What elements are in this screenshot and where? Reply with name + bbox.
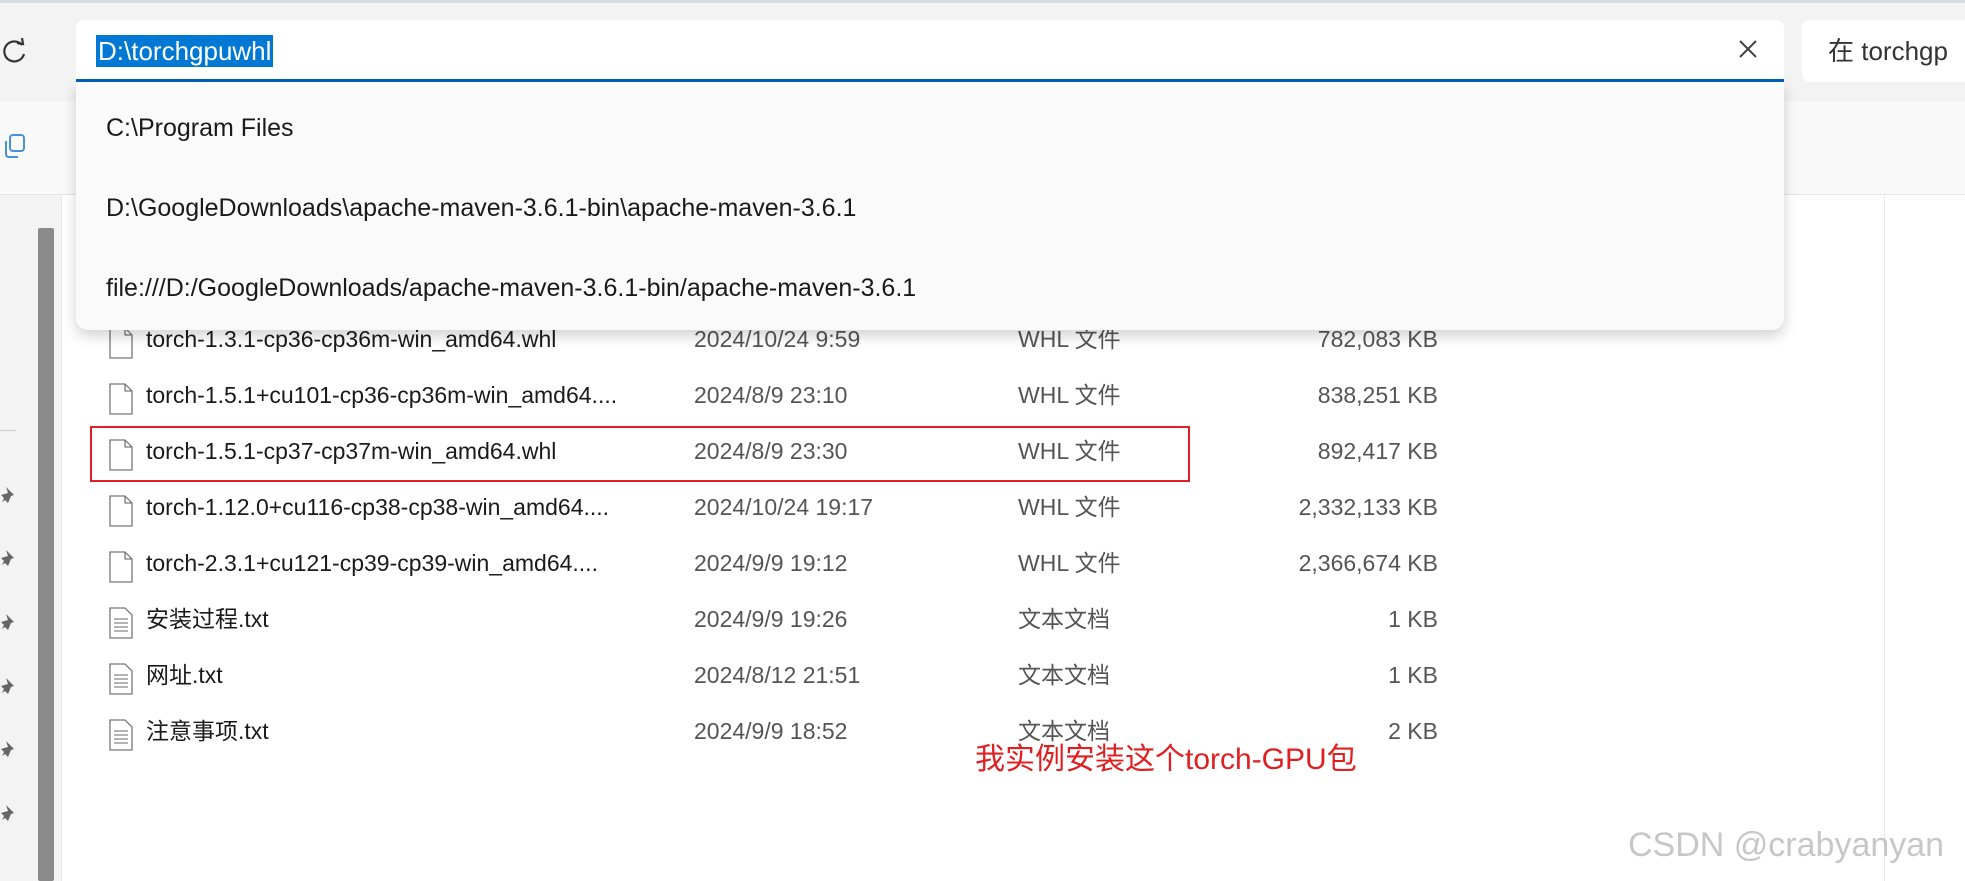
file-row[interactable]: 安装过程.txt 2024/9/9 19:26 文本文档 1 KB	[108, 591, 1468, 647]
file-size: 838,251 KB	[1317, 382, 1438, 408]
pin-icon[interactable]	[0, 611, 22, 633]
file-size: 892,417 KB	[1317, 438, 1438, 464]
file-size: 1 KB	[1388, 662, 1438, 688]
file-date: 2024/8/12 21:51	[694, 662, 861, 688]
suggestion-item[interactable]: file:///D:/GoogleDownloads/apache-maven-…	[106, 258, 1746, 318]
file-name: 安装过程.txt	[146, 606, 269, 632]
navigation-scrollbar[interactable]	[38, 228, 54, 881]
address-path-text[interactable]: D:\torchgpuwhl	[96, 35, 274, 67]
file-row[interactable]: torch-1.5.1+cu101-cp36-cp36m-win_amd64..…	[108, 367, 1468, 423]
file-icon	[108, 379, 134, 415]
search-input[interactable]: 在 torchgp	[1802, 20, 1965, 82]
file-name: torch-1.5.1+cu101-cp36-cp36m-win_amd64..…	[146, 382, 618, 408]
file-type: 文本文档	[1018, 606, 1110, 632]
file-date: 2024/10/24 19:17	[694, 494, 874, 520]
nav-divider	[0, 430, 16, 431]
file-row[interactable]: 网址.txt 2024/8/12 21:51 文本文档 1 KB	[108, 647, 1468, 703]
highlight-box	[90, 426, 1190, 482]
file-name: 网址.txt	[146, 662, 223, 688]
pin-icon[interactable]	[0, 675, 22, 697]
details-divider	[1884, 195, 1885, 881]
pin-icon[interactable]	[0, 802, 22, 824]
close-icon[interactable]	[1734, 35, 1762, 63]
file-size: 1 KB	[1388, 606, 1438, 632]
file-icon	[108, 491, 134, 527]
file-size: 2,332,133 KB	[1298, 494, 1438, 520]
pin-icon[interactable]	[0, 738, 22, 760]
file-name: torch-2.3.1+cu121-cp39-cp39-win_amd64...…	[146, 550, 598, 576]
file-name: 注意事项.txt	[146, 718, 269, 744]
address-suggestions-dropdown: C:\Program Files D:\GoogleDownloads\apac…	[76, 82, 1784, 330]
file-row[interactable]: torch-1.12.0+cu116-cp38-cp38-win_amd64..…	[108, 479, 1468, 535]
annotation-text: 我实例安装这个torch-GPU包	[975, 743, 1357, 776]
top-border	[0, 0, 1965, 3]
address-bar[interactable]: D:\torchgpuwhl	[76, 20, 1784, 82]
pin-icon[interactable]	[0, 484, 22, 506]
watermark: CSDN @crabyanyan	[1628, 826, 1945, 864]
file-row[interactable]: torch-2.3.1+cu121-cp39-cp39-win_amd64...…	[108, 535, 1468, 591]
pin-icon[interactable]	[0, 547, 22, 569]
file-type: 文本文档	[1018, 662, 1110, 688]
file-date: 2024/9/9 19:12	[694, 550, 848, 576]
file-size: 2,366,674 KB	[1298, 550, 1438, 576]
file-date: 2024/8/9 23:10	[694, 382, 848, 408]
refresh-icon[interactable]	[0, 34, 30, 68]
text-file-icon	[108, 603, 134, 639]
file-type: WHL 文件	[1018, 494, 1121, 520]
file-type: WHL 文件	[1018, 550, 1121, 576]
suggestion-item[interactable]: D:\GoogleDownloads\apache-maven-3.6.1-bi…	[106, 178, 1746, 238]
search-placeholder: 在 torchgp	[1828, 36, 1948, 66]
text-file-icon	[108, 659, 134, 695]
suggestion-item[interactable]: C:\Program Files	[106, 98, 1746, 158]
file-date: 2024/9/9 18:52	[694, 718, 848, 744]
text-file-icon	[108, 715, 134, 751]
file-icon	[108, 547, 134, 583]
file-name: torch-1.12.0+cu116-cp38-cp38-win_amd64..…	[146, 494, 610, 520]
copy-icon[interactable]	[0, 132, 28, 160]
file-date: 2024/9/9 19:26	[694, 606, 848, 632]
file-type: WHL 文件	[1018, 382, 1121, 408]
